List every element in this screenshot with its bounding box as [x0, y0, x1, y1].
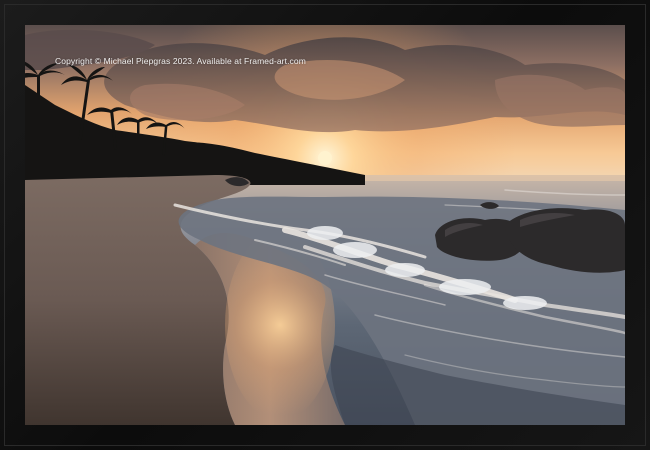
- watermark-text: Copyright © Michael Piepgras 2023. Avail…: [55, 56, 306, 66]
- beach-sunset-photo: Copyright © Michael Piepgras 2023. Avail…: [25, 25, 625, 425]
- picture-frame: Copyright © Michael Piepgras 2023. Avail…: [0, 0, 650, 450]
- sun: [318, 151, 332, 165]
